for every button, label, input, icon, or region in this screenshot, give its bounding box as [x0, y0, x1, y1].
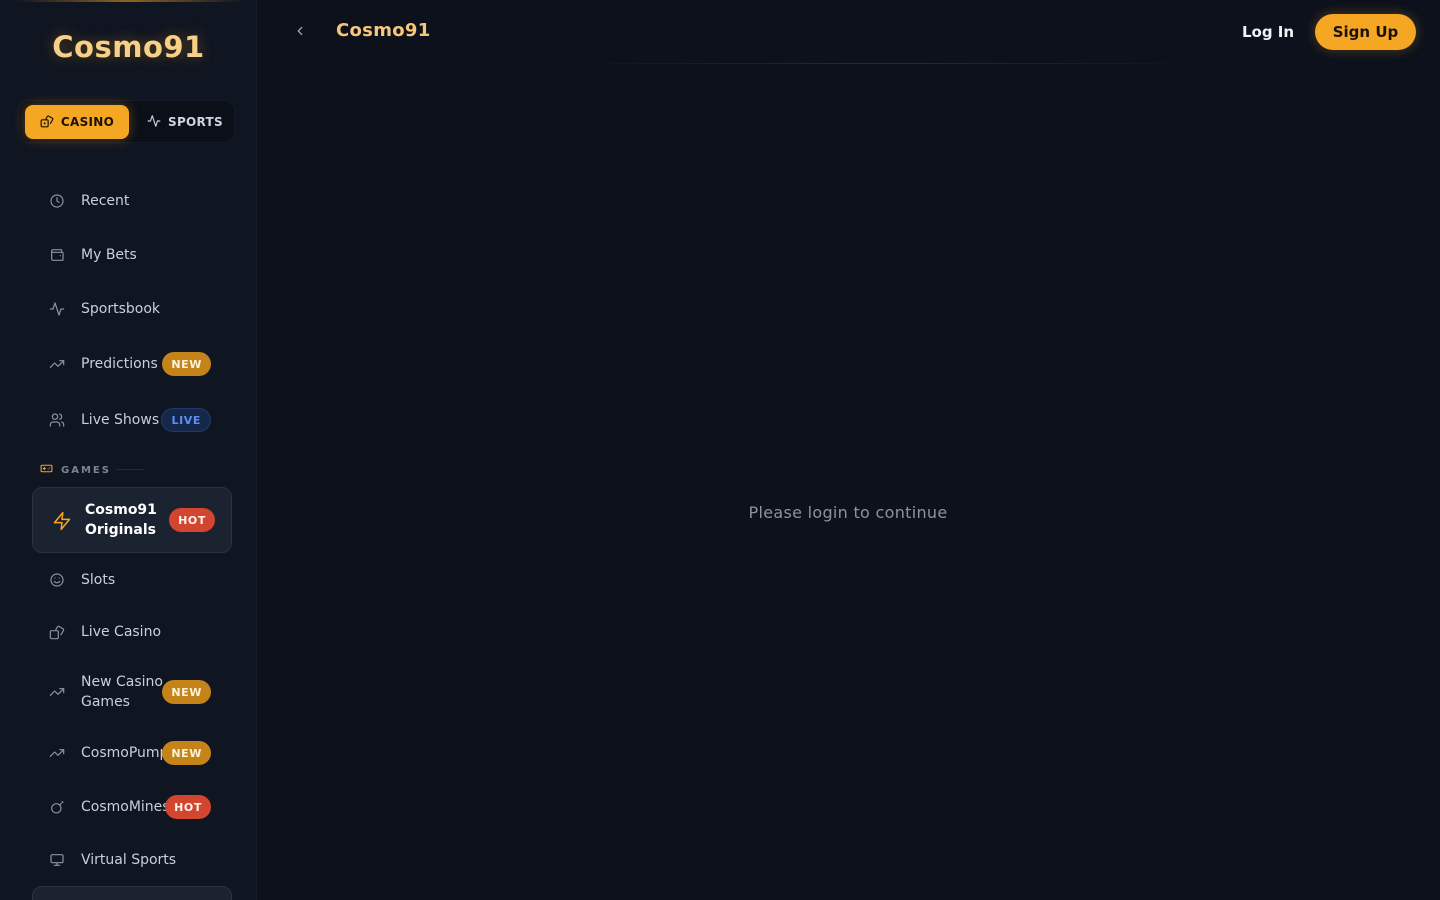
signup-button[interactable]: Sign Up: [1315, 14, 1416, 50]
chevron-left-icon: [293, 23, 307, 42]
bomb-icon: [48, 798, 66, 816]
hot-badge: HOT: [169, 508, 215, 532]
sidebar-item-new-casino-games[interactable]: New Casino Games NEW: [32, 671, 232, 713]
smile-icon: [48, 571, 66, 589]
sidebar-item-label: CosmoPump: [81, 745, 169, 761]
sidebar-item-live-shows[interactable]: Live Shows LIVE: [32, 400, 232, 440]
live-badge: LIVE: [161, 408, 211, 432]
sidebar-item-sportsbook[interactable]: Sportsbook: [32, 289, 232, 329]
trending-up-icon: [48, 683, 66, 701]
mode-toggle: CASINO SPORTS: [18, 100, 235, 143]
sports-mode-label: SPORTS: [168, 115, 223, 129]
wallet-icon: [48, 246, 66, 264]
sidebar-top-glow: [14, 0, 244, 2]
sidebar-item-slots[interactable]: Slots: [32, 560, 232, 600]
sidebar-item-partial[interactable]: [32, 886, 232, 900]
clock-icon: [48, 192, 66, 210]
sidebar-item-recent[interactable]: Recent: [32, 181, 232, 221]
dice-icon: [48, 623, 66, 641]
sidebar-item-label: Live Casino: [81, 624, 162, 640]
sidebar-item-label: Sportsbook: [81, 301, 161, 317]
sidebar-item-label: Slots: [81, 572, 116, 588]
sidebar-item-cosmopump[interactable]: CosmoPump NEW: [32, 733, 232, 773]
dice-icon: [40, 114, 54, 131]
sidebar-item-label: My Bets: [81, 247, 137, 263]
casino-mode-button[interactable]: CASINO: [25, 105, 129, 139]
sidebar-item-label: New Casino Games: [81, 674, 163, 710]
new-badge: NEW: [162, 680, 211, 704]
sidebar-item-predictions[interactable]: Predictions NEW: [32, 344, 232, 384]
activity-icon: [147, 114, 161, 131]
gamepad-icon: [40, 462, 53, 478]
sidebar-item-virtual-sports[interactable]: Virtual Sports: [32, 840, 232, 880]
login-required-message: Please login to continue: [748, 503, 948, 522]
sidebar-item-label: Cosmo91 Originals: [85, 502, 157, 538]
lightning-icon: [52, 511, 72, 531]
brand-logo[interactable]: Cosmo91: [0, 30, 256, 64]
monitor-icon: [48, 851, 66, 869]
sidebar-item-label: Recent: [81, 193, 130, 209]
page-title: Cosmo91: [336, 20, 431, 41]
trending-up-icon: [48, 744, 66, 762]
sidebar-item-my-bets[interactable]: My Bets: [32, 235, 232, 275]
sports-mode-button[interactable]: SPORTS: [139, 105, 231, 139]
back-button[interactable]: [289, 21, 311, 43]
sidebar: Cosmo91 CASINO SPORTS Recent My Bets Spo…: [0, 0, 257, 900]
sidebar-item-label: CosmoMines: [81, 799, 170, 815]
sidebar-item-cosmomines[interactable]: CosmoMines HOT: [32, 787, 232, 827]
sidebar-item-cosmo91-originals[interactable]: Cosmo91 Originals HOT: [32, 487, 232, 553]
activity-icon: [48, 300, 66, 318]
header-divider: [563, 63, 1209, 64]
section-divider: [116, 469, 144, 470]
sidebar-item-live-casino[interactable]: Live Casino: [32, 612, 232, 652]
trending-up-icon: [48, 355, 66, 373]
sidebar-item-label: Live Shows: [81, 412, 160, 428]
login-button[interactable]: Log In: [1232, 18, 1304, 46]
games-section-header: GAMES: [40, 461, 111, 479]
users-icon: [48, 411, 66, 429]
games-section-label: GAMES: [61, 464, 111, 476]
sidebar-item-label: Virtual Sports: [81, 852, 177, 868]
hot-badge: HOT: [165, 795, 211, 819]
casino-mode-label: CASINO: [60, 115, 115, 129]
new-badge: NEW: [162, 352, 211, 376]
sidebar-item-label: Predictions: [81, 356, 158, 372]
new-badge: NEW: [162, 741, 211, 765]
